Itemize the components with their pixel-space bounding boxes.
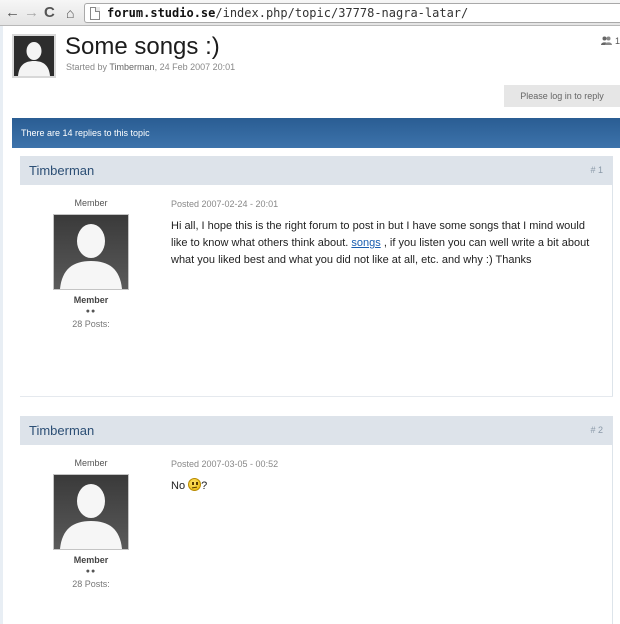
posted-date: Posted 2007-03-05 - 00:52 [171, 459, 279, 469]
page-icon [90, 7, 100, 20]
post-1: Timberman # 1 Member Member ●● 28 Posts:… [20, 156, 613, 396]
forward-arrow-icon[interactable]: → [24, 3, 39, 23]
url-host: forum.studio.se [107, 6, 216, 20]
songs-link[interactable]: songs [351, 237, 380, 249]
post-body: No ? [171, 478, 603, 495]
posted-date: Posted 2007-02-24 - 20:01 [171, 199, 279, 209]
back-arrow-icon[interactable]: ← [5, 3, 20, 23]
topic-title: Some songs :) [65, 33, 220, 60]
post-text-continued: ? [201, 480, 208, 492]
viewer-count: 1 [614, 36, 620, 46]
post-number-link[interactable]: # 2 [590, 425, 603, 435]
started-date: , 24 Feb 2007 20:01 [154, 62, 236, 72]
user-silhouette-icon [60, 224, 122, 289]
topic-author-avatar[interactable] [12, 34, 56, 78]
page-left-edge [0, 26, 3, 624]
post-body: Hi all, I hope this is the right forum t… [171, 218, 603, 269]
post-divider [20, 396, 613, 397]
post-text: No [171, 480, 186, 492]
user-silhouette-icon [60, 484, 122, 549]
topic-meta: Started by Timberman, 24 Feb 2007 20:01 [66, 62, 235, 72]
login-to-reply-button[interactable]: Please log in to reply [504, 85, 620, 107]
post-author-link[interactable]: Timberman [29, 163, 94, 178]
started-prefix: Started by [66, 62, 108, 72]
author-title: Member [74, 198, 108, 208]
browser-toolbar: ← → C ⌂ forum.studio.se/index.php/topic/… [0, 0, 620, 26]
address-bar[interactable]: forum.studio.se/index.php/topic/37778-na… [84, 3, 620, 23]
post-author-avatar[interactable] [53, 214, 129, 290]
post-author-link[interactable]: Timberman [29, 423, 94, 438]
author-post-count: 28 Posts: [72, 319, 110, 329]
home-icon[interactable]: ⌂ [66, 3, 74, 23]
replies-count-bar: There are 14 replies to this topic [12, 118, 620, 148]
topic-viewers: 1 [601, 36, 620, 46]
confused-smiley-icon [188, 478, 202, 491]
author-group: Member [73, 295, 109, 305]
post-2: Timberman # 2 Member Member ●● 28 Posts:… [20, 416, 613, 624]
post-header: Timberman # 1 [20, 156, 613, 185]
user-silhouette-icon [14, 36, 54, 76]
post-number-link[interactable]: # 1 [590, 165, 603, 175]
post-author-avatar[interactable] [53, 474, 129, 550]
users-icon [601, 36, 613, 45]
reload-icon[interactable]: C [44, 3, 55, 23]
author-group: Member [73, 555, 109, 565]
post-header: Timberman # 2 [20, 416, 613, 445]
author-title: Member [74, 458, 108, 468]
topic-starter-link[interactable]: Timberman [109, 62, 154, 72]
author-post-count: 28 Posts: [72, 579, 110, 589]
url-path: /index.php/topic/37778-nagra-latar/ [215, 6, 469, 20]
reputation-pips: ●● [85, 308, 97, 315]
url-text[interactable]: forum.studio.se/index.php/topic/37778-na… [107, 5, 468, 22]
reputation-pips: ●● [85, 568, 97, 575]
